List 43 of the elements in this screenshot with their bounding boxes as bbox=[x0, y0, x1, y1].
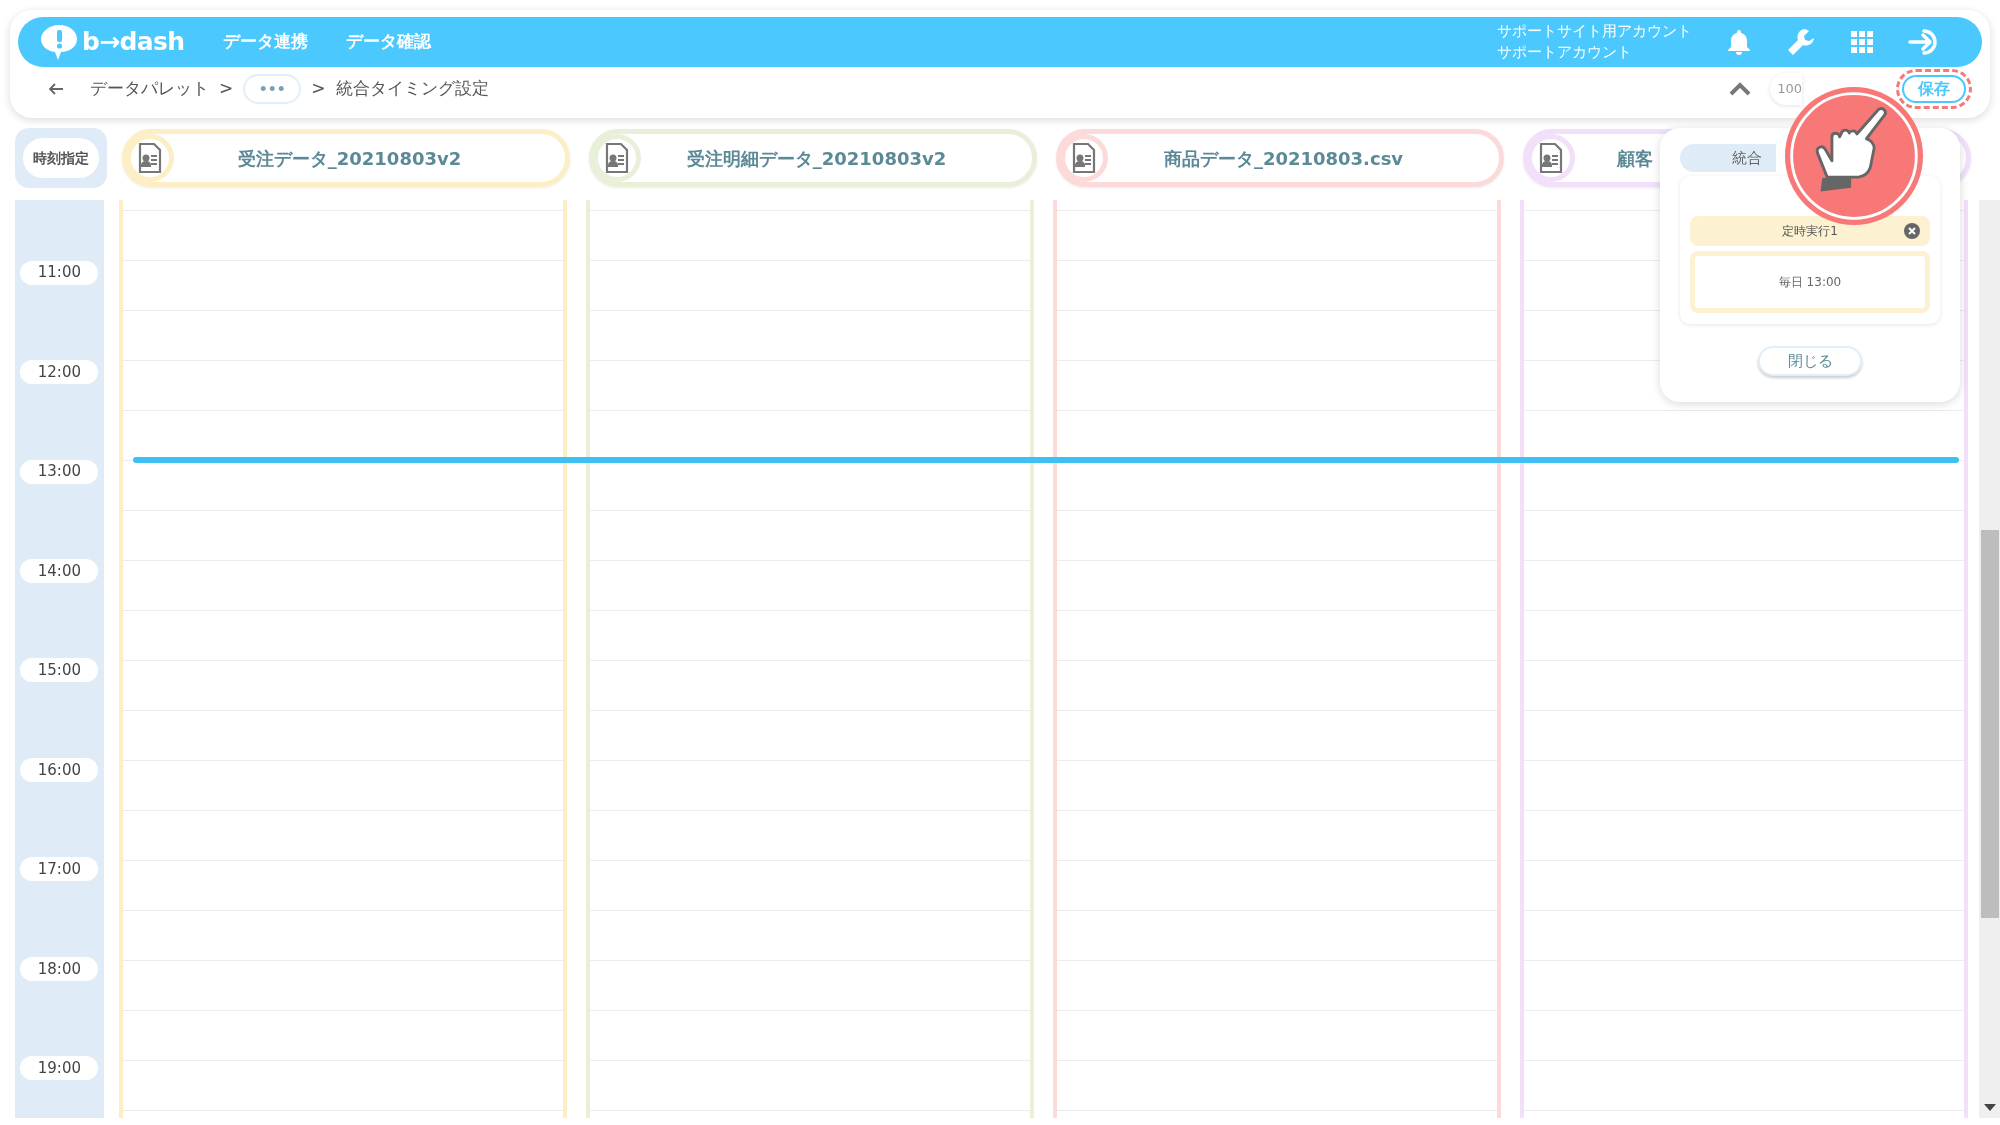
table-name: 商品データ_20210803.csv bbox=[1162, 146, 1405, 171]
time-label: 14:00 bbox=[20, 559, 99, 584]
time-label: 17:00 bbox=[20, 857, 99, 882]
zoom-field[interactable]: 100 bbox=[1770, 73, 1802, 105]
close-icon[interactable] bbox=[1904, 223, 1920, 239]
time-label: 19:00 bbox=[20, 1056, 99, 1081]
nav-link[interactable]: データ連携 bbox=[222, 29, 308, 55]
scrollbar[interactable] bbox=[1978, 200, 2000, 1118]
document-icon bbox=[604, 142, 630, 174]
scroll-down-icon[interactable] bbox=[1983, 1104, 1996, 1112]
table-name: 顧客 bbox=[1617, 146, 1653, 171]
time-label: 12:00 bbox=[20, 360, 99, 385]
document-icon bbox=[137, 142, 163, 174]
breadcrumb-link[interactable]: データパレット bbox=[90, 76, 209, 102]
document-icon bbox=[1538, 142, 1564, 174]
table-name: 受注データ_20210803v2 bbox=[236, 146, 463, 171]
time-label: 15:00 bbox=[20, 658, 99, 683]
logo-text: b→dash bbox=[82, 26, 185, 59]
breadcrumb-separator: > bbox=[219, 77, 234, 101]
breadcrumb-separator: > bbox=[311, 77, 326, 101]
schedule-time: 毎日 13:00 bbox=[1690, 251, 1930, 313]
breadcrumb-current: 統合タイミング設定 bbox=[335, 77, 489, 101]
time-header-label: 時刻指定 bbox=[23, 138, 99, 178]
nav-link[interactable]: データ確認 bbox=[345, 29, 431, 55]
logo-icon bbox=[38, 22, 80, 62]
save-button[interactable]: 保存 bbox=[1902, 75, 1966, 103]
document-icon bbox=[1071, 142, 1097, 174]
close-button[interactable]: 閉じる bbox=[1758, 346, 1862, 376]
account-name: サポートアカウント bbox=[1497, 42, 1633, 63]
time-label: 18:00 bbox=[20, 956, 99, 981]
time-label: 16:00 bbox=[20, 757, 99, 782]
more-button[interactable]: ••• bbox=[243, 74, 302, 104]
time-label: 13:00 bbox=[20, 459, 99, 484]
apps-grid-icon[interactable] bbox=[1850, 30, 1874, 54]
time-label: 11:00 bbox=[20, 260, 99, 285]
back-arrow-icon[interactable] bbox=[48, 82, 64, 96]
account-name: サポートサイト用アカウント bbox=[1497, 21, 1692, 42]
popup-tab[interactable]: 統合 bbox=[1680, 144, 1776, 172]
bell-icon[interactable] bbox=[1726, 28, 1752, 56]
entry-label: 定時実行1 bbox=[1782, 223, 1838, 240]
collapse-chevron-icon[interactable] bbox=[1728, 81, 1752, 97]
wrench-icon[interactable] bbox=[1786, 27, 1816, 57]
table-name: 受注明細データ_20210803v2 bbox=[685, 146, 948, 171]
